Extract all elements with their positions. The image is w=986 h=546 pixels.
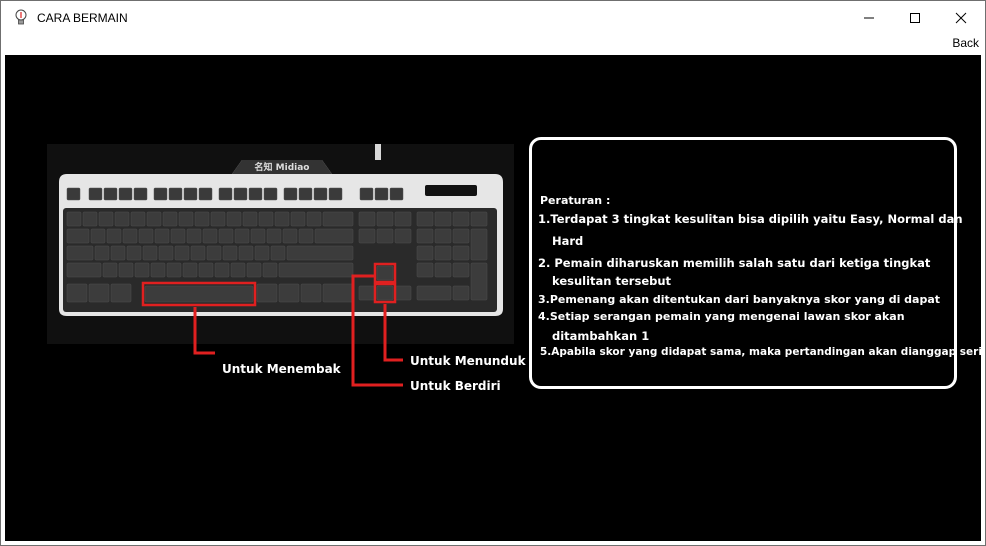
- rules-heading: Peraturan :: [540, 194, 611, 207]
- rules-box: Peraturan : 1.Terdapat 3 tingkat kesulit…: [529, 137, 982, 389]
- back-button[interactable]: Back: [952, 36, 979, 50]
- title-bar[interactable]: CARA BERMAIN: [1, 1, 985, 35]
- rule-line: 3.Pemenang akan ditentukan dari banyakny…: [538, 293, 941, 306]
- maximize-icon: [910, 13, 920, 23]
- rule-line: 2. Pemain diharuskan memilih salah satu …: [538, 256, 931, 270]
- rule-line: 4.Setiap serangan pemain yang mengenai l…: [538, 310, 905, 323]
- close-button[interactable]: [938, 1, 984, 35]
- game-window: CARA BERMAIN Back 名知 Midiao Untuk Menemb…: [0, 0, 986, 546]
- rule-line: Hard: [552, 234, 584, 248]
- rule-line: ditambahkan 1: [552, 329, 650, 343]
- minimize-icon: [864, 17, 874, 19]
- label-duck: Untuk Menunduk: [410, 354, 526, 368]
- maximize-button[interactable]: [892, 1, 938, 35]
- menu-bar: Back: [1, 35, 985, 55]
- label-stand: Untuk Berdiri: [410, 379, 501, 393]
- game-instructions-panel: 名知 Midiao Untuk Menembak Untuk Menunduk …: [5, 55, 982, 541]
- rule-line: kesulitan tersebut: [552, 274, 672, 288]
- close-icon: [955, 12, 967, 24]
- window-title: CARA BERMAIN: [37, 11, 128, 25]
- rule-line: 5.Apabila skor yang didapat sama, maka p…: [540, 346, 982, 358]
- lightbulb-icon: [15, 9, 27, 25]
- minimize-button[interactable]: [846, 1, 892, 35]
- label-shoot: Untuk Menembak: [222, 362, 341, 376]
- rule-line: 1.Terdapat 3 tingkat kesulitan bisa dipi…: [538, 212, 963, 226]
